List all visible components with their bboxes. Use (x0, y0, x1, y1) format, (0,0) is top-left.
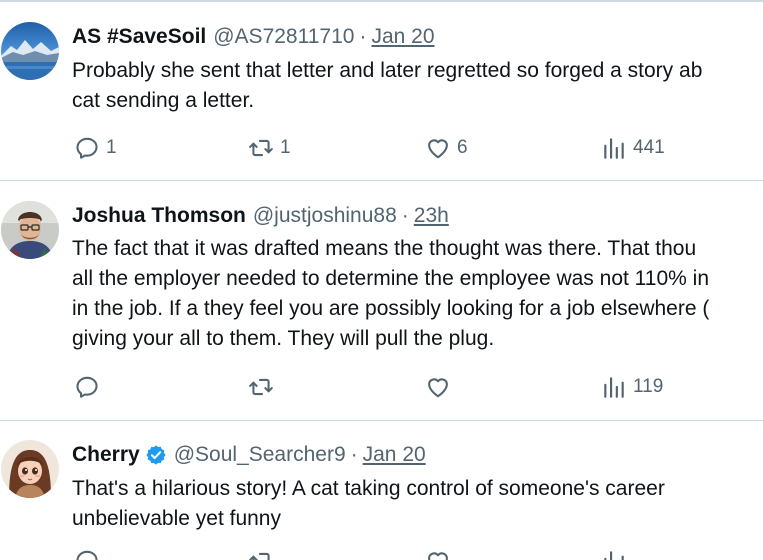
display-name[interactable]: Cherry (72, 441, 140, 469)
timestamp-link[interactable]: Jan 20 (371, 23, 434, 51)
tweet-text: The fact that it was drafted means the t… (72, 234, 763, 354)
timestamp-link[interactable]: Jan 20 (363, 441, 426, 469)
heart-icon (425, 135, 451, 161)
tweet-text-line: all the employer needed to determine the… (72, 267, 710, 290)
separator-dot: · (401, 204, 409, 227)
user-handle[interactable]: @Soul_Searcher9 (174, 441, 346, 469)
separator-dot: · (359, 25, 367, 48)
tweet-3[interactable]: Cherry @Soul_Searcher9 · Jan 20 That's a… (0, 421, 763, 560)
tweet-header: Joshua Thomson @justjoshinu88 · 23h (72, 202, 449, 230)
retweet-button[interactable] (248, 374, 280, 400)
tweet-text: Probably she sent that letter and later … (72, 56, 763, 116)
views-button[interactable]: 119 (601, 374, 663, 400)
timestamp-link[interactable]: 23h (414, 202, 449, 230)
tweet-text-line: unbelievable yet funny (72, 507, 281, 530)
views-button[interactable] (601, 548, 627, 560)
tweet-text-line: That's a hilarious story! A cat taking c… (72, 477, 665, 500)
retweet-button[interactable] (248, 548, 274, 560)
user-handle[interactable]: @justjoshinu88 (253, 202, 397, 230)
views-chart-icon (601, 135, 627, 161)
reply-count: 1 (106, 137, 117, 158)
retweet-button[interactable]: 1 (248, 135, 291, 161)
reply-button[interactable] (74, 374, 106, 400)
tweet-text-line: The fact that it was drafted means the t… (72, 237, 697, 260)
like-button[interactable] (425, 548, 451, 560)
avatar-man-portrait-image (1, 201, 59, 259)
display-name[interactable]: AS #SaveSoil (72, 23, 206, 51)
tweet-text-line: giving your all to them. They will pull … (72, 327, 495, 350)
verified-badge-icon (145, 444, 167, 466)
tweet-text: That's a hilarious story! A cat taking c… (72, 474, 763, 534)
tweet-text-line: in the job. If a they feel you are possi… (72, 297, 710, 320)
retweet-icon (248, 135, 274, 161)
views-count: 119 (633, 376, 664, 397)
tweet-1[interactable]: AS #SaveSoil @AS72811710 · Jan 20 Probab… (0, 0, 763, 180)
heart-icon (425, 374, 451, 400)
views-chart-icon (601, 548, 627, 560)
avatar-doll-girl-image (1, 440, 59, 498)
tweet-text-line: Probably she sent that letter and later … (72, 59, 703, 82)
like-count: 6 (457, 137, 468, 158)
reply-button[interactable] (74, 548, 100, 560)
views-chart-icon (601, 374, 627, 400)
like-button[interactable] (425, 374, 457, 400)
retweet-icon (248, 548, 274, 560)
separator-dot: · (350, 443, 358, 466)
retweet-icon (248, 374, 274, 400)
avatar-mountain-lake-image (1, 22, 59, 80)
reply-icon (74, 135, 100, 161)
reply-icon (74, 374, 100, 400)
tweet-2[interactable]: Joshua Thomson @justjoshinu88 · 23h The … (0, 181, 763, 420)
avatar[interactable] (1, 440, 59, 498)
like-button[interactable]: 6 (425, 135, 468, 161)
heart-icon (425, 548, 451, 560)
tweet-header: AS #SaveSoil @AS72811710 · Jan 20 (72, 23, 435, 51)
reply-button[interactable]: 1 (74, 135, 117, 161)
avatar[interactable] (1, 201, 59, 259)
avatar[interactable] (1, 22, 59, 80)
tweet-header: Cherry @Soul_Searcher9 · Jan 20 (72, 441, 426, 469)
views-button[interactable]: 441 (601, 135, 665, 161)
tweet-text-line: cat sending a letter. (72, 89, 255, 112)
retweet-count: 1 (280, 137, 291, 158)
user-handle[interactable]: @AS72811710 (213, 23, 354, 51)
display-name[interactable]: Joshua Thomson (72, 202, 246, 230)
reply-icon (74, 548, 100, 560)
views-count: 441 (633, 137, 665, 158)
